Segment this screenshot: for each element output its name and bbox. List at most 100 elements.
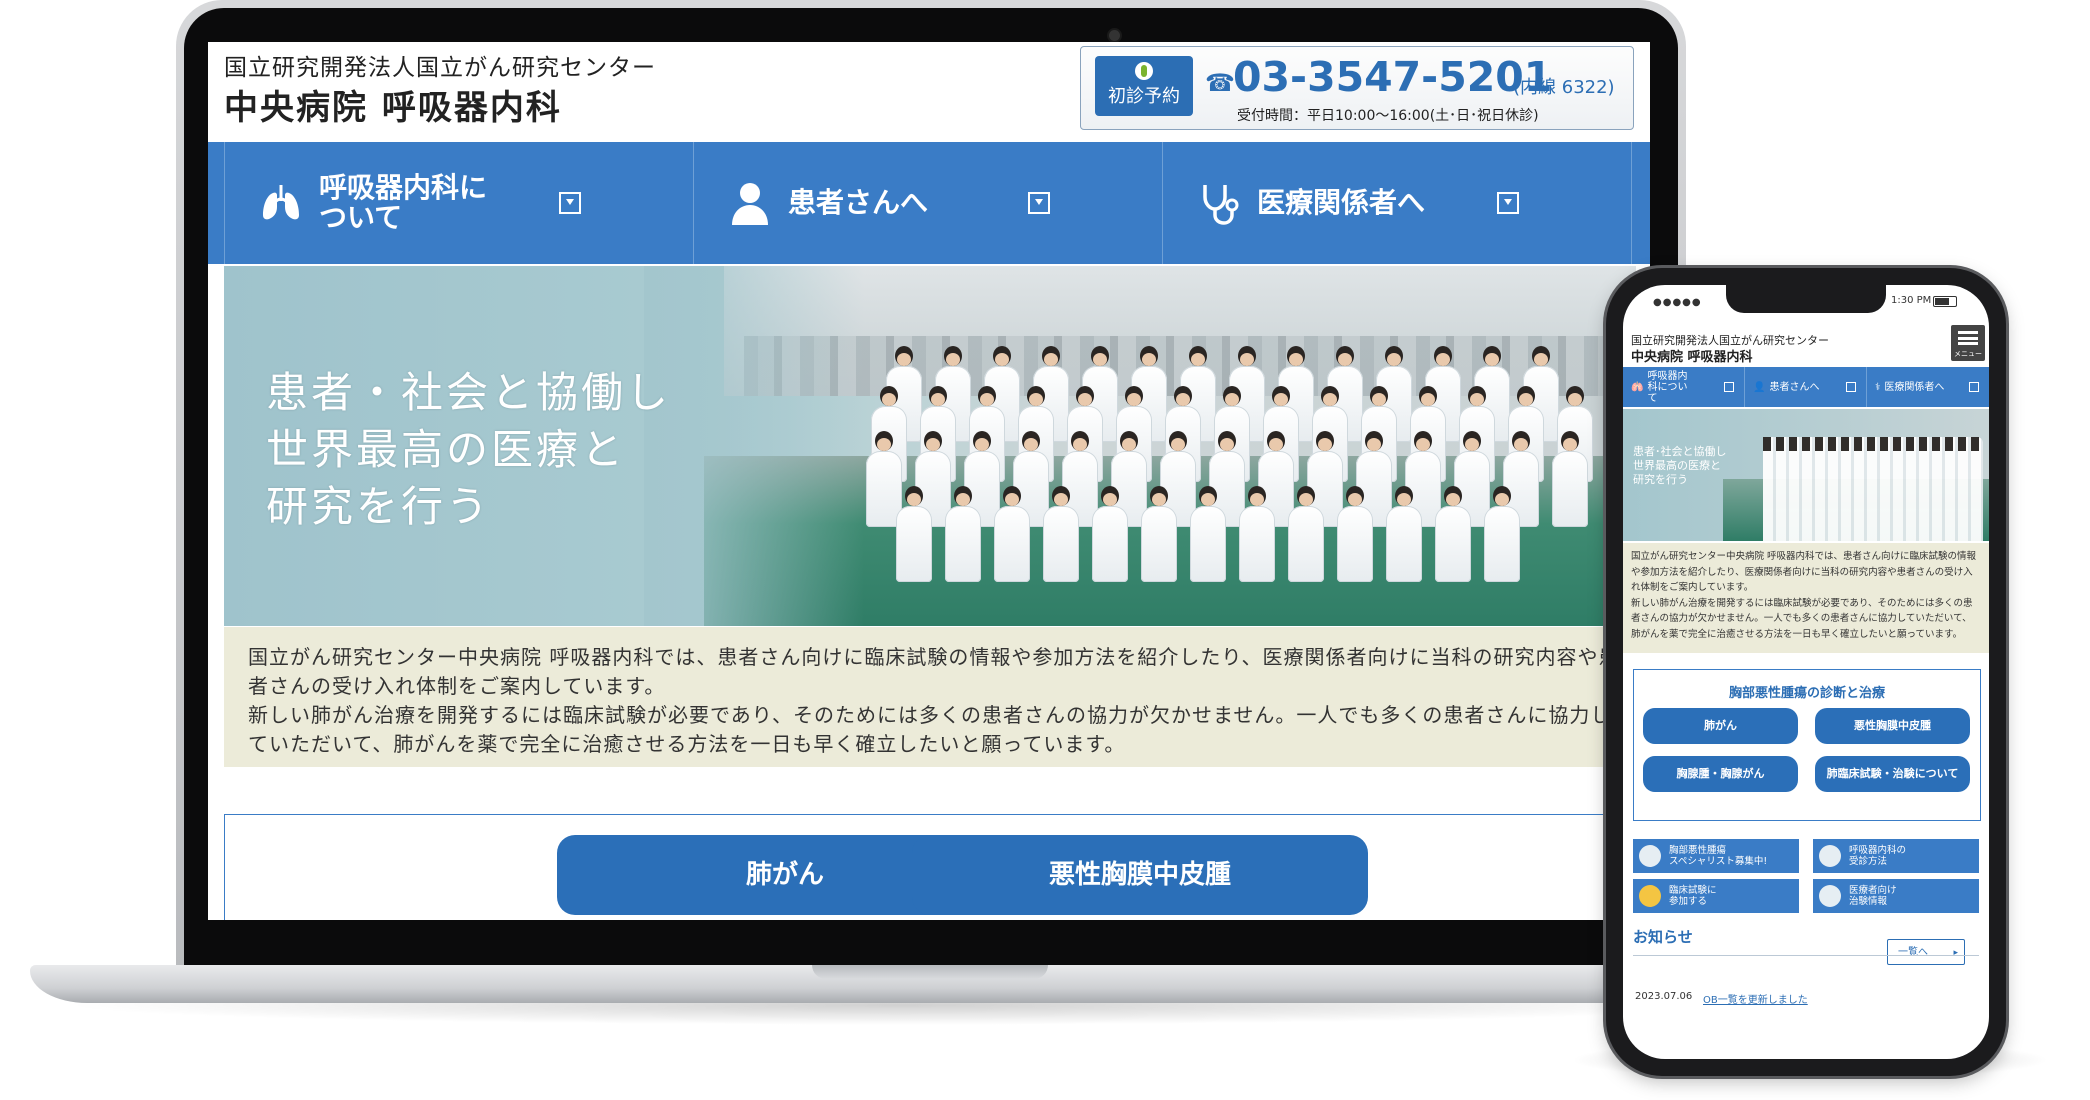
mobile-link-specialist[interactable]: 胸部悪性腫瘍 スペシャリスト募集中! — [1633, 839, 1799, 873]
stethoscope-icon — [1191, 181, 1247, 225]
mobile-screen: ●●●●● 1:30 PM 国立研究開発法人国立がん研究センター 中央病院 呼吸… — [1623, 285, 1989, 1059]
mobile-link-trial-join[interactable]: 臨床試験に 参加する — [1633, 879, 1799, 913]
mobile-nav: 🫁 呼吸器内科について 👤 患者さんへ ⚕ 医療関係者へ — [1623, 367, 1989, 407]
dropdown-toggle-icon[interactable] — [1969, 382, 1979, 392]
hamburger-menu-button[interactable]: メニュー — [1951, 325, 1985, 361]
mobile-nav-about[interactable]: 🫁 呼吸器内科について — [1623, 367, 1745, 407]
specialist-icon — [1639, 845, 1661, 867]
mobile-link-trial-info[interactable]: 医療者向け 治験情報 — [1813, 879, 1979, 913]
mobile-clinical-trial-button[interactable]: 肺臨床試験・治験について — [1815, 756, 1970, 792]
mobile-link-consultation[interactable]: 呼吸器内科の 受診方法 — [1813, 839, 1979, 873]
intro-text: 国立がん研究センター中央病院 呼吸器内科では、患者さん向けに臨床試験の情報や参加… — [248, 645, 1620, 756]
dept-title: 中央病院 呼吸器内科 — [224, 88, 562, 128]
mobile-hero-tagline: 患者･社会と協働し 世界最高の医療と 研究を行う — [1633, 445, 1727, 486]
staff-member — [1237, 486, 1277, 582]
trial-info-icon — [1819, 885, 1841, 907]
intro-section: 国立がん研究センター中央病院 呼吸器内科では、患者さん向けに臨床試験の情報や参加… — [224, 627, 1636, 767]
person-icon: 👤 — [1753, 381, 1766, 393]
battery-icon — [1933, 296, 1957, 307]
mobile-nav-label: 患者さんへ — [1769, 381, 1820, 393]
org-name: 国立研究開発法人国立がん研究センター — [224, 55, 656, 81]
staff-member — [943, 486, 983, 582]
lungs-icon — [253, 181, 309, 225]
mobile-thymoma-button[interactable]: 胸腺腫・胸腺がん — [1643, 756, 1798, 792]
consultation-icon — [1819, 845, 1841, 867]
main-nav: 呼吸器内科について 患者さんへ 医療関係者へ — [208, 142, 1650, 264]
news-title: お知らせ — [1633, 928, 1693, 946]
nav-label: 呼吸器内科について — [319, 171, 488, 234]
staff-member — [1041, 486, 1081, 582]
phone-number[interactable]: 03-3547-5201 — [1233, 53, 1552, 101]
link-label: 臨床試験に 参加する — [1669, 885, 1717, 907]
staff-member — [894, 486, 934, 582]
mobile-dept-title: 中央病院 呼吸器内科 — [1631, 350, 1753, 365]
mobile-nav-label: 医療関係者へ — [1884, 381, 1945, 393]
signal-icon: ●●●●● — [1653, 297, 1702, 308]
link-label: 呼吸器内科の 受診方法 — [1849, 845, 1907, 867]
desktop-screen: 国立研究開発法人国立がん研究センター 中央病院 呼吸器内科 初診予約 ☎ 03-… — [208, 42, 1650, 920]
dropdown-toggle-icon[interactable] — [1497, 192, 1519, 214]
contact-box: 初診予約 ☎ 03-3547-5201 (内線 6322) 受付時間：平日10:… — [1080, 46, 1634, 130]
staff-group-photo — [864, 346, 1604, 616]
mobile-nav-professionals[interactable]: ⚕ 医療関係者へ — [1867, 367, 1989, 407]
staff-member — [1433, 486, 1473, 582]
staff-member — [1139, 486, 1179, 582]
leaf-icon — [1135, 62, 1153, 80]
nav-label: 患者さんへ — [788, 186, 929, 219]
diagnosis-card: 肺がん 悪性胸膜中皮腫 — [224, 814, 1638, 920]
dropdown-toggle-icon[interactable] — [1846, 382, 1856, 392]
first-visit-badge[interactable]: 初診予約 — [1095, 56, 1193, 116]
person-icon — [722, 181, 778, 225]
status-time: 1:30 PM — [1891, 295, 1932, 306]
mobile-lung-cancer-button[interactable]: 肺がん — [1643, 708, 1798, 744]
mobile-diagnosis-card: 胸部悪性腫瘍の診断と治療 肺がん 悪性胸膜中皮腫 胸腺腫・胸腺がん 肺臨床試験・… — [1633, 669, 1981, 821]
mobile-staff-photo — [1763, 437, 1983, 541]
link-label: 医療者向け 治験情報 — [1849, 885, 1897, 907]
camera-dot — [1109, 30, 1120, 41]
stethoscope-icon: ⚕ — [1875, 381, 1881, 393]
nav-item-about[interactable]: 呼吸器内科について — [224, 142, 694, 264]
staff-member — [1482, 486, 1522, 582]
mobile-nav-patients[interactable]: 👤 患者さんへ — [1745, 367, 1867, 407]
hero-banner: 患者・社会と協働し 世界最高の医療と 研究を行う — [224, 266, 1636, 626]
reception-hours: 受付時間：平日10:00〜16:00(土･日･祝日休診) — [1237, 108, 1539, 124]
staff-member — [1090, 486, 1130, 582]
staff-member — [1188, 486, 1228, 582]
mobile-intro: 国立がん研究センター中央病院 呼吸器内科では、患者さん向けに臨床試験の情報や参加… — [1623, 543, 1989, 653]
mesothelioma-button[interactable]: 悪性胸膜中皮腫 — [912, 835, 1368, 915]
phone-notch — [1726, 285, 1886, 313]
link-label: 胸部悪性腫瘍 スペシャリスト募集中! — [1669, 845, 1768, 867]
laptop-notch — [812, 965, 1048, 979]
phone-frame: ●●●●● 1:30 PM 国立研究開発法人国立がん研究センター 中央病院 呼吸… — [1606, 268, 2006, 1076]
menu-label: メニュー — [1954, 350, 1982, 358]
mobile-mesothelioma-button[interactable]: 悪性胸膜中皮腫 — [1815, 708, 1970, 744]
mobile-hero: 患者･社会と協働し 世界最高の医療と 研究を行う — [1623, 409, 1989, 541]
dropdown-toggle-icon[interactable] — [1028, 192, 1050, 214]
hero-line: 研究を行う — [266, 482, 492, 531]
phone-extension: (内線 6322) — [1513, 77, 1615, 98]
hero-fade — [644, 266, 864, 626]
staff-member — [1384, 486, 1424, 582]
staff-member — [1286, 486, 1326, 582]
dropdown-toggle-icon[interactable] — [1724, 382, 1734, 392]
first-visit-label: 初診予約 — [1108, 86, 1180, 107]
diagnosis-title: 胸部悪性腫瘍の診断と治療 — [1728, 686, 1885, 701]
news-date: 2023.07.06 — [1635, 991, 1693, 1002]
hamburger-icon — [1958, 331, 1978, 345]
staff-member — [1335, 486, 1375, 582]
dropdown-toggle-icon[interactable] — [559, 192, 581, 214]
hero-line: 患者・社会と協働し — [266, 368, 672, 417]
lungs-icon: 🫁 — [1631, 381, 1644, 393]
staff-member — [992, 486, 1032, 582]
nav-label: 医療関係者へ — [1257, 186, 1426, 219]
hero-line: 世界最高の医療と — [266, 425, 627, 474]
mobile-nav-label: 呼吸器内科について — [1647, 370, 1688, 404]
nav-item-professionals[interactable]: 医療関係者へ — [1163, 142, 1632, 264]
news-link[interactable]: OB一覧を更新しました — [1703, 991, 1808, 1006]
hero-tagline: 患者・社会と協働し 世界最高の医療と 研究を行う — [266, 364, 671, 535]
staff-member — [1550, 431, 1590, 527]
phone-icon: ☎ — [1205, 69, 1235, 97]
news-more-button[interactable]: 一覧へ — [1887, 939, 1965, 966]
nav-item-patients[interactable]: 患者さんへ — [694, 142, 1163, 264]
mobile-intro-text: 国立がん研究センター中央病院 呼吸器内科では、患者さん向けに臨床試験の情報や参加… — [1631, 551, 1977, 640]
